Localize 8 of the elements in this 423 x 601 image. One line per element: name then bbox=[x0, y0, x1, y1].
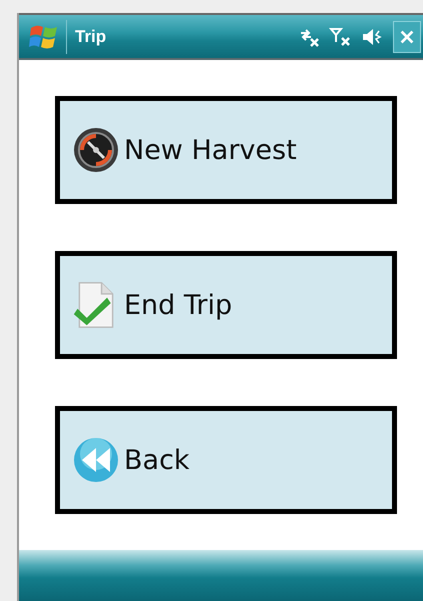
menu-button[interactable]: Back bbox=[55, 406, 397, 514]
close-button[interactable] bbox=[393, 20, 421, 52]
window-title: Trip bbox=[75, 26, 106, 46]
menu-button[interactable]: New Harvest bbox=[55, 96, 397, 204]
rewind-icon bbox=[72, 436, 120, 484]
compass-icon bbox=[72, 126, 120, 174]
signal-icon[interactable] bbox=[329, 26, 353, 48]
menu-button[interactable]: End Trip bbox=[55, 251, 397, 359]
